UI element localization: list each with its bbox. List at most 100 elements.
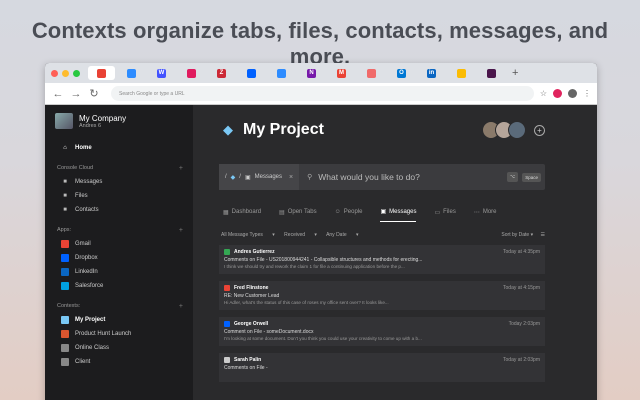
sidebar-item-client[interactable]: Client: [55, 355, 183, 369]
browser-tab[interactable]: [118, 66, 145, 80]
add-icon[interactable]: +: [179, 303, 183, 310]
message-time: Today at 4:15pm: [503, 285, 540, 291]
message-header: Sarah Palin Today at 2:03pm: [224, 357, 540, 363]
member-avatars[interactable]: [482, 121, 526, 139]
browser-tab[interactable]: M: [328, 66, 355, 80]
sidebar-item-online-class[interactable]: Online Class: [55, 341, 183, 355]
menu-icon[interactable]: ⋮: [583, 89, 591, 98]
message-sender: George Orwell: [224, 321, 268, 327]
add-icon[interactable]: +: [179, 165, 183, 172]
browser-tab[interactable]: [178, 66, 205, 80]
company-switcher[interactable]: My Company Andres 6: [55, 113, 183, 129]
browser-tab[interactable]: [268, 66, 295, 80]
tab-files[interactable]: ▭ Files: [434, 208, 455, 222]
sort-dropdown[interactable]: Sort by Date ▾: [501, 232, 533, 238]
omnibox[interactable]: Search Google or type a URL: [111, 86, 534, 101]
client-icon: [61, 358, 69, 366]
sidebar-item-label: Gmail: [75, 241, 91, 247]
message-header: George Orwell Today 2:03pm: [224, 321, 540, 327]
browser-tab[interactable]: O: [388, 66, 415, 80]
message-item[interactable]: George Orwell Today 2:03pm Comment on File…: [219, 317, 545, 346]
inbox-icon: ▣: [244, 174, 251, 181]
filter-received[interactable]: Received ▾: [284, 232, 317, 238]
gem-icon: ◆: [223, 122, 233, 137]
window-controls: [51, 69, 80, 77]
browser-toolbar: ← → ↻ Search Google or type a URL ☆ ⋮: [45, 83, 597, 105]
sidebar-item-home[interactable]: ⌂ Home: [55, 141, 183, 155]
avatar[interactable]: [508, 121, 526, 139]
forward-arrow-icon[interactable]: →: [69, 88, 83, 100]
minimize-window-button[interactable]: [62, 69, 69, 77]
browser-tab[interactable]: W: [148, 66, 175, 80]
tab-label: Open Tabs: [287, 209, 317, 215]
outlook-icon: O: [397, 68, 406, 78]
message-time: Today 2:03pm: [508, 321, 540, 327]
back-arrow-icon[interactable]: ←: [51, 88, 65, 100]
extension-icon[interactable]: [553, 89, 562, 98]
linkedin-icon: in: [427, 68, 436, 78]
tab-people[interactable]: ☺ People: [335, 208, 363, 222]
message-sender: Fred Flinstone: [224, 285, 268, 291]
section-label: Console Cloud: [57, 165, 94, 171]
close-window-button[interactable]: [51, 69, 58, 77]
people-icon: ☺: [334, 209, 341, 215]
filter-message-types[interactable]: All Message Types ▾: [221, 232, 275, 238]
profile-avatar[interactable]: [568, 89, 577, 98]
message-item[interactable]: Fred Flinstone Today at 4:15pm RE: New Cus…: [219, 281, 545, 310]
tab-open-tabs[interactable]: ▤ Open Tabs: [279, 208, 317, 222]
browser-tab[interactable]: [478, 66, 505, 80]
browser-tab[interactable]: [448, 66, 475, 80]
sidebar-item-my-project[interactable]: My Project: [55, 313, 183, 327]
tab-messages[interactable]: ▣ Messages: [380, 208, 417, 222]
tab-label: People: [343, 209, 363, 215]
browser-tab[interactable]: Z: [208, 66, 235, 80]
inbox-icon: ▣: [380, 209, 387, 215]
tab-label: Messages: [389, 208, 417, 215]
message-time: Today at 2:03pm: [503, 357, 540, 363]
browser-tab[interactable]: N: [298, 66, 325, 80]
browser-tab[interactable]: [238, 66, 265, 80]
sidebar-item-salesforce[interactable]: Salesforce: [55, 279, 183, 293]
sidebar-item-messages[interactable]: ■ Messages: [55, 175, 183, 189]
sidebar-item-files[interactable]: ■ Files: [55, 189, 183, 203]
browser-window: W Z N M Oin + ← → ↻ Search Google or type a …: [45, 63, 597, 400]
add-member-button[interactable]: +: [534, 124, 545, 136]
sidebar-item-gmail[interactable]: Gmail: [55, 237, 183, 251]
source-icon: [224, 321, 230, 327]
list-view-icon[interactable]: ☰: [541, 232, 545, 238]
close-icon[interactable]: ×: [289, 174, 293, 181]
browser-tab[interactable]: [88, 66, 115, 80]
browser-tab[interactable]: [358, 66, 385, 80]
filter-date[interactable]: Any Date ▾: [326, 232, 358, 238]
new-tab-button[interactable]: +: [512, 67, 518, 79]
section-console-cloud: Console Cloud +: [55, 165, 183, 172]
tab-label: More: [482, 209, 497, 215]
sidebar-item-linkedin[interactable]: LinkedIn: [55, 265, 183, 279]
maximize-window-button[interactable]: [73, 69, 80, 77]
sidebar-item-label: Messages: [75, 179, 103, 185]
breadcrumb-item[interactable]: Messages: [255, 174, 282, 180]
sidebar-item-dropbox[interactable]: Dropbox: [55, 251, 183, 265]
section-label: Contexts:: [57, 303, 81, 309]
search-icon: ⚲: [307, 174, 313, 181]
sidebar-item-label: Online Class: [75, 345, 110, 351]
browser-tab[interactable]: in: [418, 66, 445, 80]
message-item[interactable]: Andres Gutierrez Today at 4:35pm Comments …: [219, 245, 545, 274]
sidebar-item-label: Client: [75, 359, 91, 365]
section-label: Apps:: [57, 227, 72, 233]
tab-more[interactable]: ⋯ More: [474, 208, 497, 222]
message-preview: I think we should try and rework the cla…: [224, 264, 405, 269]
command-bar: / ◆ / ▣ Messages × ⚲ What would you like…: [219, 164, 545, 190]
sidebar-item-product-hunt-launch[interactable]: Product Hunt Launch: [55, 327, 183, 341]
star-icon[interactable]: ☆: [540, 89, 547, 98]
slash-icon: /: [225, 174, 227, 180]
tab-dashboard[interactable]: ▦ Dashboard: [223, 208, 261, 222]
grid-icon: ▦: [223, 209, 229, 216]
message-item[interactable]: Sarah Palin Today at 2:03pm Comments on Fi…: [219, 353, 545, 382]
sidebar-item-contacts[interactable]: ■ Contacts: [55, 203, 183, 217]
reload-icon[interactable]: ↻: [87, 87, 101, 100]
add-icon[interactable]: +: [179, 227, 183, 234]
command-input[interactable]: What would you like to do?: [318, 172, 507, 182]
toggl-icon: [187, 68, 196, 78]
filter-label: Received: [284, 232, 306, 238]
